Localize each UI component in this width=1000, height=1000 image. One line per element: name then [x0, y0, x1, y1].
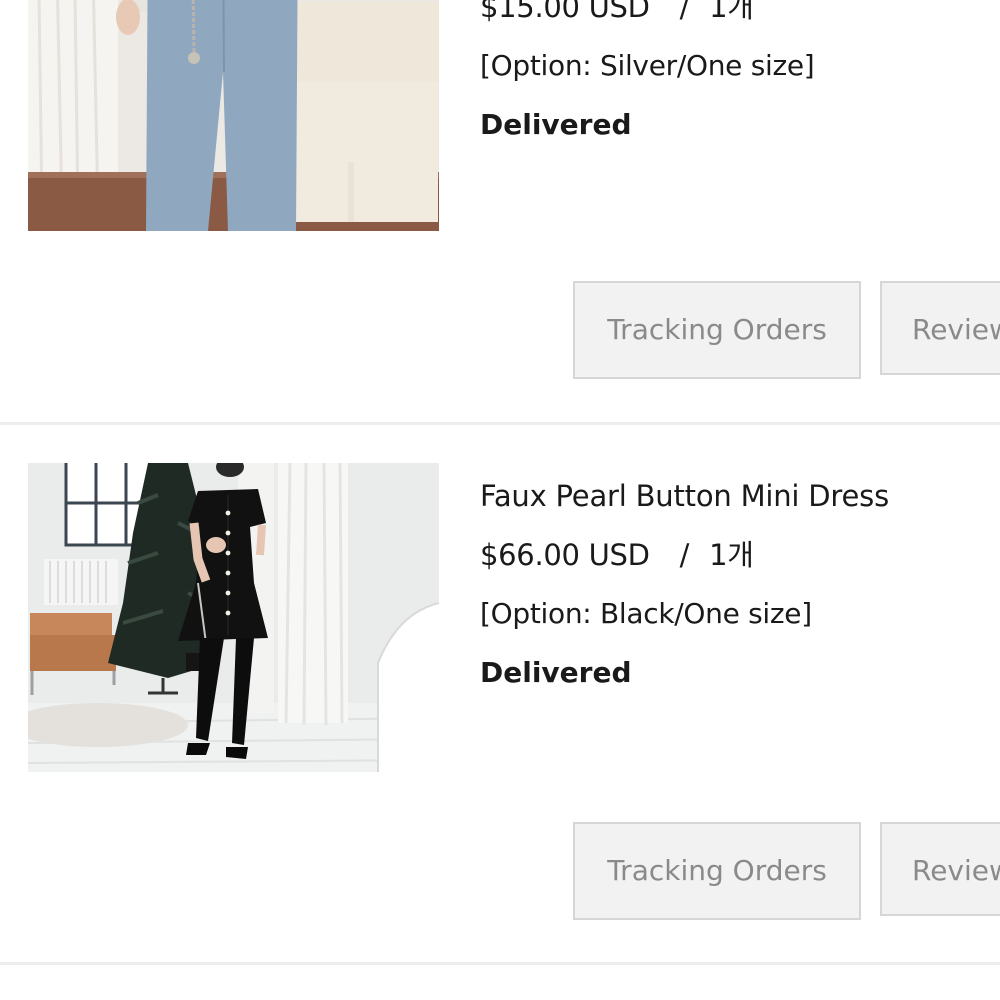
order-item: Faux Pearl Button Mini Dress $66.00 USD /… [0, 424, 1000, 964]
tracking-orders-button[interactable]: Tracking Orders [573, 822, 861, 920]
product-photo-belt [28, 0, 439, 231]
quantity: 1개 [709, 538, 754, 572]
review-button[interactable]: Review [880, 822, 1000, 916]
product-image[interactable] [28, 0, 439, 231]
product-name[interactable]: Faux Pearl Button Mini Dress [480, 476, 889, 516]
order-item: $15.00 USD/1개 [Option: Silver/One size] … [0, 0, 1000, 422]
quantity: 1개 [709, 0, 754, 24]
price-line: $66.00 USD / 1개 [480, 535, 889, 575]
tracking-orders-button[interactable]: Tracking Orders [573, 281, 861, 379]
order-info: $15.00 USD/1개 [Option: Silver/One size] … [480, 0, 815, 145]
price: $15.00 USD [480, 0, 650, 24]
delivery-status: Delivered [480, 108, 632, 141]
price: $66.00 USD [480, 538, 650, 572]
price-line: $15.00 USD / 1개 [480, 0, 814, 27]
delivery-status: Delivered [480, 656, 632, 689]
order-info: Faux Pearl Button Mini Dress $66.00 USD /… [480, 476, 889, 693]
order-history-page: $15.00 USD/1개 [Option: Silver/One size] … [0, 0, 1000, 1000]
option-text: [Option: Black/One size] [480, 597, 812, 630]
product-image[interactable] [28, 463, 439, 772]
separator: / [679, 538, 690, 572]
review-button[interactable]: Review [880, 281, 1000, 375]
separator: / [679, 0, 690, 24]
product-photo-dress [28, 463, 439, 772]
option-text: [Option: Silver/One size] [480, 49, 815, 82]
divider [0, 962, 1000, 965]
